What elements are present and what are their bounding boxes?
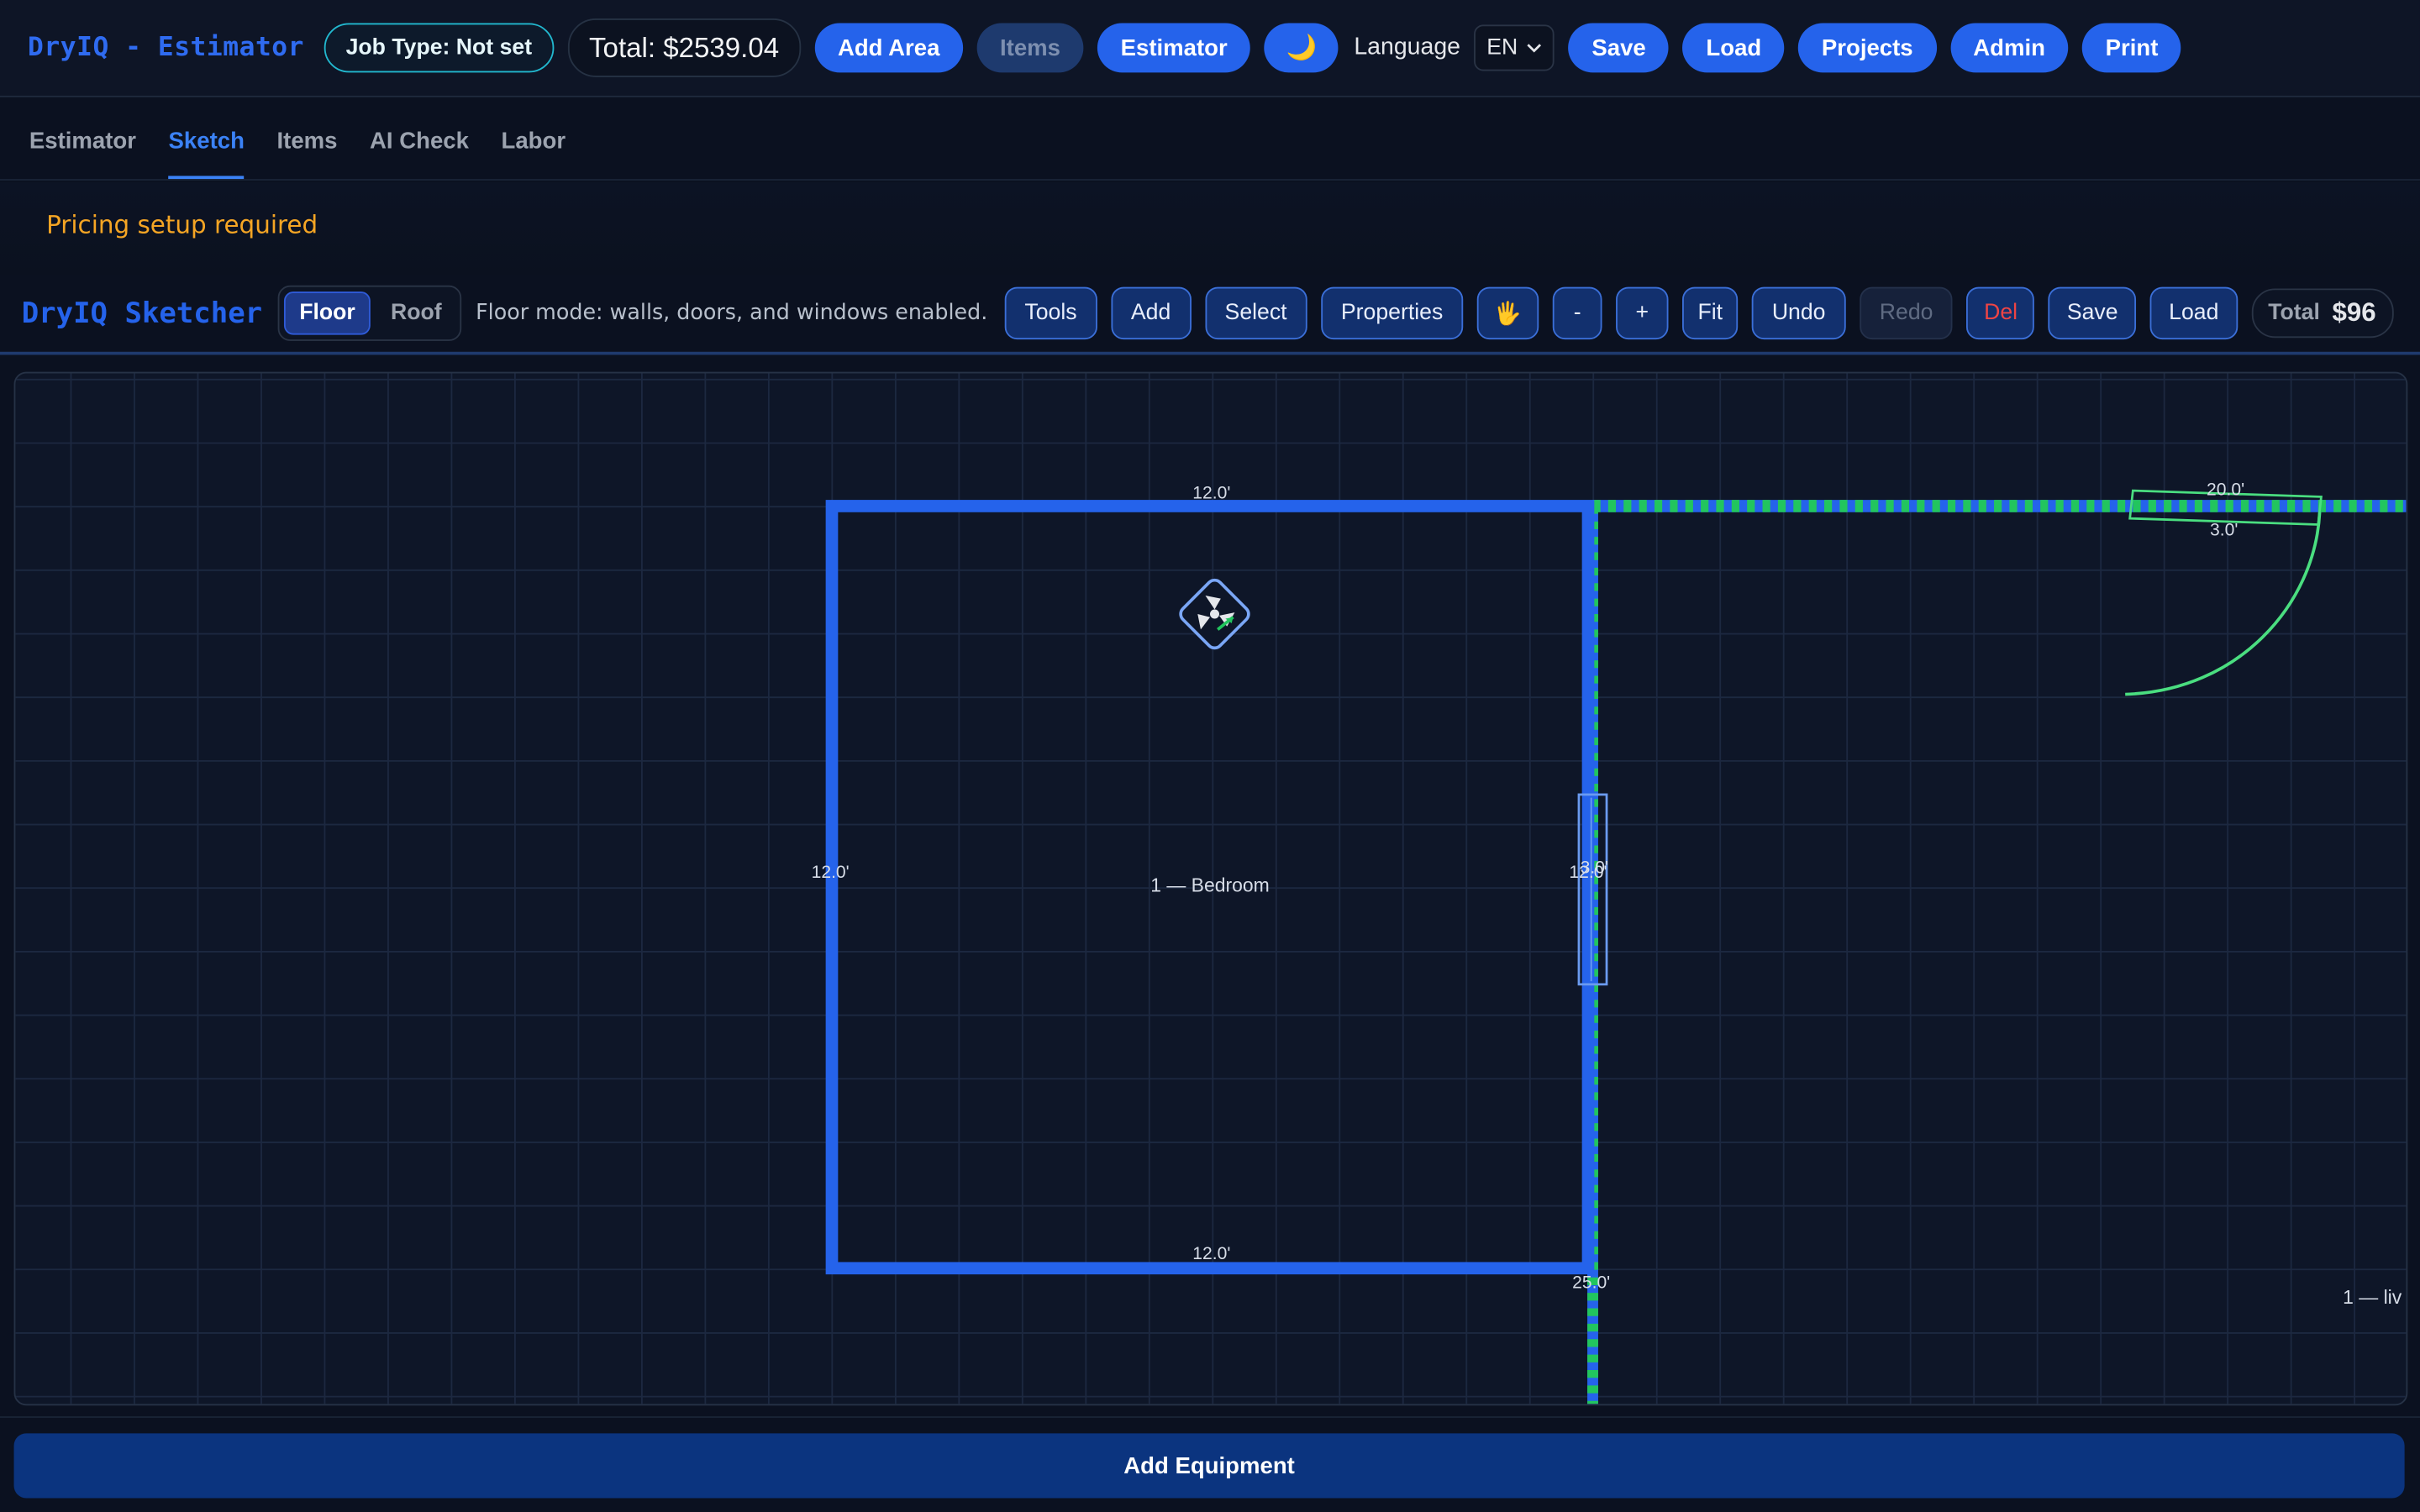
estimator-button[interactable]: Estimator bbox=[1097, 23, 1251, 73]
sketch-drawing[interactable]: 12.0' 12.0' 12.0' 3.0' 12.0' 25.0' 20.0'… bbox=[15, 373, 2407, 1404]
sketch-canvas[interactable]: 12.0' 12.0' 12.0' 3.0' 12.0' 25.0' 20.0'… bbox=[13, 371, 2408, 1406]
tab-items[interactable]: Items bbox=[276, 128, 337, 179]
moon-icon: 🌙 bbox=[1286, 35, 1318, 62]
mode-toggle: Floor Roof bbox=[277, 285, 462, 341]
living-room-name-label: 1 — liv bbox=[2343, 1286, 2402, 1308]
language-value: EN bbox=[1486, 35, 1518, 60]
pricing-notice: Pricing setup required bbox=[0, 181, 2420, 275]
theme-toggle-button[interactable]: 🌙 bbox=[1264, 23, 1339, 73]
app-title: DryIQ - Estimator bbox=[28, 32, 305, 64]
main-tabs: Estimator Sketch Items AI Check Labor bbox=[0, 99, 2420, 181]
bedroom-top-dimension: 12.0' bbox=[1192, 483, 1230, 502]
select-button[interactable]: Select bbox=[1204, 286, 1307, 340]
save-button[interactable]: Save bbox=[1568, 23, 1670, 73]
floor-mode-button[interactable]: Floor bbox=[283, 291, 371, 335]
fit-button[interactable]: Fit bbox=[1682, 286, 1739, 340]
zoom-out-button[interactable]: - bbox=[1552, 286, 1602, 340]
undo-button[interactable]: Undo bbox=[1751, 286, 1846, 340]
door-dimension: 3.0' bbox=[2210, 520, 2238, 539]
roof-mode-button[interactable]: Roof bbox=[377, 293, 456, 333]
items-button[interactable]: Items bbox=[976, 23, 1084, 73]
sketch-save-button[interactable]: Save bbox=[2048, 286, 2137, 340]
bedroom-bottom-dimension: 12.0' bbox=[1192, 1244, 1230, 1263]
tab-labor[interactable]: Labor bbox=[502, 128, 566, 179]
hand-icon: 🖐 bbox=[1493, 302, 1523, 327]
projects-button[interactable]: Projects bbox=[1798, 23, 1937, 73]
bedroom-name-label: 1 — Bedroom bbox=[1150, 874, 1270, 896]
pricing-notice-text: Pricing setup required bbox=[46, 209, 318, 239]
pan-button[interactable]: 🖐 bbox=[1476, 286, 1539, 340]
language-select[interactable]: EN bbox=[1474, 24, 1555, 71]
load-button[interactable]: Load bbox=[1682, 23, 1785, 73]
living-top-dimension: 20.0' bbox=[2207, 480, 2244, 500]
chevron-down-icon bbox=[1528, 43, 1542, 52]
sketcher-toolbar: DryIQ Sketcher Floor Roof Floor mode: wa… bbox=[0, 275, 2420, 355]
sketch-total-label: Total bbox=[2268, 301, 2320, 326]
bedroom-left-dimension: 12.0' bbox=[812, 863, 850, 882]
sketcher-title: DryIQ Sketcher bbox=[21, 297, 263, 330]
living-left-dimension: 25.0' bbox=[1572, 1273, 1610, 1293]
redo-button[interactable]: Redo bbox=[1859, 286, 1954, 340]
sketch-total: Total $96 bbox=[2251, 288, 2393, 339]
sketch-load-button[interactable]: Load bbox=[2150, 286, 2238, 340]
tab-ai-check[interactable]: AI Check bbox=[370, 128, 469, 179]
admin-button[interactable]: Admin bbox=[1949, 23, 2069, 73]
window-dimension: 3.0' bbox=[1581, 858, 1608, 878]
tools-button[interactable]: Tools bbox=[1004, 286, 1097, 340]
air-mover-icon[interactable] bbox=[1177, 577, 1251, 651]
add-area-button[interactable]: Add Area bbox=[814, 23, 963, 73]
mode-hint: Floor mode: walls, doors, and windows en… bbox=[476, 301, 988, 326]
add-equipment-button[interactable]: Add Equipment bbox=[13, 1433, 2405, 1499]
sketch-total-value: $96 bbox=[2332, 297, 2376, 328]
estimate-total: Total: $2539.04 bbox=[567, 18, 801, 77]
divider bbox=[0, 1416, 2420, 1418]
add-button[interactable]: Add bbox=[1110, 286, 1192, 340]
zoom-in-button[interactable]: + bbox=[1616, 286, 1669, 340]
job-type-badge[interactable]: Job Type: Not set bbox=[324, 23, 554, 73]
tab-sketch[interactable]: Sketch bbox=[168, 128, 245, 180]
properties-button[interactable]: Properties bbox=[1321, 286, 1464, 340]
tab-estimator[interactable]: Estimator bbox=[29, 128, 136, 179]
app-toolbar: DryIQ - Estimator Job Type: Not set Tota… bbox=[0, 0, 2420, 97]
language-label: Language bbox=[1354, 34, 1461, 60]
print-button[interactable]: Print bbox=[2082, 23, 2181, 73]
delete-button[interactable]: Del bbox=[1966, 286, 2035, 340]
